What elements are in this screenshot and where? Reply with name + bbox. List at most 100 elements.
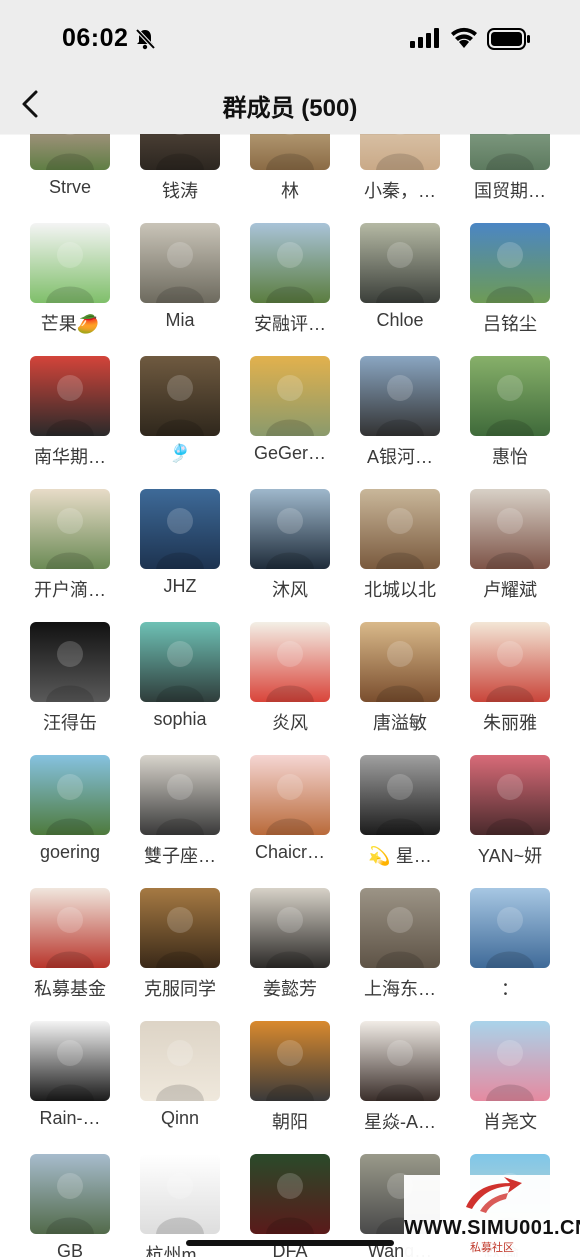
member-name: 芒果🥭 xyxy=(40,314,100,334)
member-name: 北城以北 xyxy=(364,580,436,600)
member-item[interactable]: 小秦，… xyxy=(345,134,455,203)
member-item[interactable]: Strve xyxy=(15,134,125,198)
member-name: 私募基金 xyxy=(34,979,106,999)
member-item[interactable]: 南华期… xyxy=(15,356,125,469)
member-name: GeGer… xyxy=(253,443,327,463)
member-name: 林 xyxy=(281,181,299,201)
member-name: GB xyxy=(56,1241,83,1257)
member-name: 炎风 xyxy=(272,713,308,733)
member-item[interactable]: 唐溢敏 xyxy=(345,622,455,735)
member-name: 南华期… xyxy=(34,447,106,467)
member-name: 钱涛 xyxy=(162,181,198,201)
member-name: 肖尧文 xyxy=(483,1112,537,1132)
member-item[interactable]: GeGer… xyxy=(235,356,345,464)
member-name: Qinn xyxy=(160,1108,200,1128)
member-avatar xyxy=(360,888,440,968)
member-item[interactable]: ： xyxy=(455,888,565,1001)
member-name: goering xyxy=(39,842,101,862)
member-avatar xyxy=(470,622,550,702)
member-name: 克服同学 xyxy=(144,979,216,999)
member-avatar xyxy=(30,1154,110,1234)
member-name: A银河… xyxy=(366,447,433,467)
member-name: 雙子座… xyxy=(144,846,216,866)
member-item[interactable]: 朝阳 xyxy=(235,1021,345,1134)
member-avatar xyxy=(250,489,330,569)
member-item[interactable]: 朱丽雅 xyxy=(455,622,565,735)
member-item[interactable]: 肖尧文 xyxy=(455,1021,565,1134)
member-avatar xyxy=(470,356,550,436)
member-avatar xyxy=(140,489,220,569)
member-avatar xyxy=(250,1021,330,1101)
member-item[interactable]: 炎风 xyxy=(235,622,345,735)
member-item[interactable]: 💫 星… xyxy=(345,755,455,868)
member-item[interactable]: 开户滴… xyxy=(15,489,125,602)
member-avatar xyxy=(30,888,110,968)
cellular-signal-icon xyxy=(410,28,439,48)
member-avatar xyxy=(30,1021,110,1101)
member-item[interactable]: 芒果🥭 xyxy=(15,223,125,336)
member-name: 💫 星… xyxy=(368,846,432,866)
member-avatar xyxy=(360,356,440,436)
member-item[interactable]: 汪得缶 xyxy=(15,622,125,735)
watermark: WWW.SIMU001.CN 私募社区 xyxy=(404,1175,580,1257)
member-avatar xyxy=(30,489,110,569)
home-indicator[interactable] xyxy=(186,1240,394,1246)
member-item[interactable]: 星焱-A… xyxy=(345,1021,455,1134)
member-name: 开户滴… xyxy=(34,580,106,600)
member-avatar xyxy=(470,888,550,968)
member-avatar xyxy=(30,134,110,170)
member-item[interactable]: Qinn xyxy=(125,1021,235,1129)
member-item[interactable]: goering xyxy=(15,755,125,863)
member-item[interactable]: sophia xyxy=(125,622,235,730)
member-item[interactable]: 克服同学 xyxy=(125,888,235,1001)
member-avatar xyxy=(250,223,330,303)
member-item[interactable]: YAN~妍 xyxy=(455,755,565,868)
member-name: 卢耀斌 xyxy=(483,580,537,600)
member-name: Rain-… xyxy=(39,1108,101,1128)
member-avatar xyxy=(140,622,220,702)
member-name: 星焱-A… xyxy=(364,1112,436,1132)
member-avatar xyxy=(30,622,110,702)
member-item[interactable]: 雙子座… xyxy=(125,755,235,868)
member-item[interactable]: 北城以北 xyxy=(345,489,455,602)
member-item[interactable]: Rain-… xyxy=(15,1021,125,1129)
member-avatar xyxy=(470,134,550,170)
member-item[interactable]: 惠怡 xyxy=(455,356,565,469)
member-grid: Strve 钱涛 林 小秦，… 国贸期… 芒果🥭 Mia 安融评… Chloe 吕铭尘南华期… 🎐 G… xyxy=(0,134,580,1257)
member-item[interactable]: 林 xyxy=(235,134,345,203)
member-avatar xyxy=(140,223,220,303)
member-avatar xyxy=(360,755,440,835)
member-item[interactable]: 国贸期… xyxy=(455,134,565,203)
member-name: 吕铭尘 xyxy=(483,314,537,334)
member-name: 安融评… xyxy=(254,314,326,334)
member-name: ： xyxy=(501,979,519,999)
member-item[interactable]: Chloe xyxy=(345,223,455,331)
member-name: 姜懿芳 xyxy=(263,979,317,999)
member-item[interactable]: Mia xyxy=(125,223,235,331)
member-avatar xyxy=(250,888,330,968)
member-name: 🎐 xyxy=(168,443,192,463)
member-name: 沐风 xyxy=(272,580,308,600)
member-item[interactable]: JHZ xyxy=(125,489,235,597)
member-item[interactable]: 姜懿芳 xyxy=(235,888,345,1001)
member-name: 汪得缶 xyxy=(43,713,97,733)
member-item[interactable]: 🎐 xyxy=(125,356,235,464)
wifi-icon xyxy=(451,27,477,48)
member-item[interactable]: 私募基金 xyxy=(15,888,125,1001)
watermark-subtitle: 私募社区 xyxy=(470,1242,514,1254)
member-item[interactable]: 安融评… xyxy=(235,223,345,336)
member-item[interactable]: 吕铭尘 xyxy=(455,223,565,336)
status-bar: 06:02 xyxy=(0,0,580,78)
member-avatar xyxy=(470,755,550,835)
member-item[interactable]: GB xyxy=(15,1154,125,1257)
member-item[interactable]: 上海东… xyxy=(345,888,455,1001)
member-item[interactable]: 钱涛 xyxy=(125,134,235,203)
member-item[interactable]: 卢耀斌 xyxy=(455,489,565,602)
member-item[interactable]: A银河… xyxy=(345,356,455,469)
member-item[interactable]: 沐风 xyxy=(235,489,345,602)
member-name: Mia xyxy=(165,310,195,330)
member-avatar xyxy=(470,489,550,569)
member-name: 上海东… xyxy=(364,979,436,999)
member-avatar xyxy=(250,622,330,702)
member-item[interactable]: Chaicr… xyxy=(235,755,345,863)
